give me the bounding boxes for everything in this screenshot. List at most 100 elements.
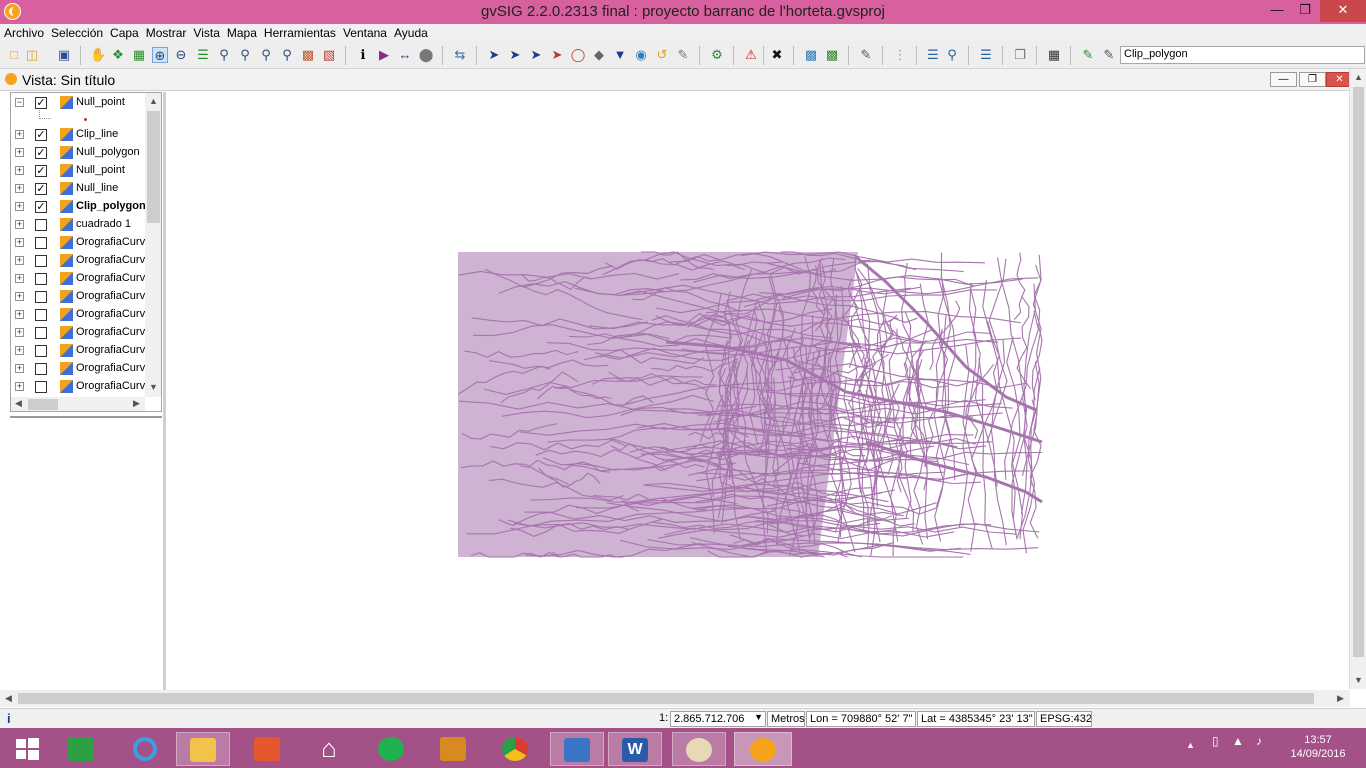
expand-icon[interactable]: + xyxy=(15,382,24,391)
edit-icon[interactable]: ✎ xyxy=(858,47,874,63)
layer-name[interactable]: OrografiaCurv xyxy=(76,254,145,266)
layer-name[interactable]: Null_point xyxy=(76,96,125,108)
wordpad-button[interactable] xyxy=(550,732,604,766)
home-button[interactable]: ⌂ xyxy=(302,732,356,766)
vertical-scroll-thumb[interactable] xyxy=(1353,87,1364,657)
expand-icon[interactable]: + xyxy=(15,166,24,175)
horizontal-scroll-thumb[interactable] xyxy=(18,693,1314,704)
select-polyline-icon[interactable]: ➤ xyxy=(549,47,565,63)
toc-hscroll-thumb[interactable] xyxy=(28,399,58,410)
toc-scroll-left-icon[interactable]: ◀ xyxy=(15,398,22,409)
toc-horizontal-scrollbar[interactable]: ◀ ▶ xyxy=(11,397,145,411)
paint-button[interactable] xyxy=(672,732,726,766)
select-pointer-icon[interactable]: ➤ xyxy=(486,47,502,63)
map-canvas[interactable] xyxy=(166,92,1349,690)
start-button[interactable] xyxy=(0,732,54,766)
add-layer-icon[interactable]: ▩ xyxy=(803,47,819,63)
expand-icon[interactable]: + xyxy=(15,220,24,229)
menu-vista[interactable]: Vista xyxy=(189,24,222,40)
toc-scroll-up-icon[interactable]: ▲ xyxy=(149,96,158,106)
layers-icon[interactable]: ☰ xyxy=(195,47,211,63)
toc-layer-row[interactable]: + OrografiaCurv xyxy=(11,360,146,378)
search-icon[interactable]: ⚲ xyxy=(944,47,960,63)
expand-icon[interactable]: + xyxy=(15,346,24,355)
menu-seleccion[interactable]: Selección xyxy=(47,24,106,40)
layer-visibility-checkbox[interactable] xyxy=(35,219,47,231)
hyperlink-icon[interactable]: ▶ xyxy=(376,47,392,63)
layer-name[interactable]: OrografiaCurv xyxy=(76,308,145,320)
word-button[interactable]: W xyxy=(608,732,662,766)
close-button[interactable]: ✕ xyxy=(1320,0,1366,22)
chrome-button[interactable] xyxy=(488,732,542,766)
layer-visibility-checkbox[interactable]: ✓ xyxy=(35,165,47,177)
copy-icon[interactable]: ☰ xyxy=(925,47,941,63)
zoom-select-icon[interactable]: ⚲ xyxy=(216,47,232,63)
menu-herramientas[interactable]: Herramientas xyxy=(260,24,339,40)
expand-icon[interactable]: + xyxy=(15,256,24,265)
globe-icon[interactable]: ◉ xyxy=(633,47,649,63)
layer-visibility-checkbox[interactable] xyxy=(35,255,47,267)
layer-visibility-checkbox[interactable] xyxy=(35,291,47,303)
toc-layer-row[interactable]: + cuadrado 1 xyxy=(11,216,146,234)
layer-list-icon[interactable]: ▦ xyxy=(1046,47,1062,63)
tools-icon[interactable]: ✖ xyxy=(769,47,785,63)
maximize-button[interactable]: ❐ xyxy=(1290,0,1320,22)
zoom-previous-icon[interactable]: ⚲ xyxy=(237,47,253,63)
view-minimize-button[interactable]: — xyxy=(1270,72,1297,87)
layer-visibility-checkbox[interactable] xyxy=(35,273,47,285)
internet-explorer-button[interactable] xyxy=(118,732,172,766)
layer-visibility-checkbox[interactable] xyxy=(35,309,47,321)
graphics-icon[interactable]: ⇆ xyxy=(452,47,468,63)
toc-layer-row[interactable]: + OrografiaCurv xyxy=(11,288,146,306)
menu-ventana[interactable]: Ventana xyxy=(339,24,390,40)
layer-visibility-checkbox[interactable] xyxy=(35,345,47,357)
view-vertical-scrollbar[interactable]: ▲ ▼ xyxy=(1349,69,1366,689)
layer-name[interactable]: OrografiaCurv xyxy=(76,362,145,374)
scroll-right-icon[interactable]: ▶ xyxy=(1337,693,1344,704)
zoom-in-icon[interactable]: ⊕ xyxy=(152,47,168,63)
layer-visibility-checkbox[interactable]: ✓ xyxy=(35,147,47,159)
toc-layer-row[interactable]: + OrografiaCurv xyxy=(11,234,146,252)
toc-layer-row[interactable]: + ✓ Null_line xyxy=(11,180,146,198)
toc-layer-row[interactable]: + OrografiaCurv xyxy=(11,324,146,342)
select-area-icon[interactable]: ◆ xyxy=(591,47,607,63)
scroll-down-icon[interactable]: ▼ xyxy=(1354,675,1363,685)
expand-icon[interactable]: + xyxy=(15,202,24,211)
toc-layer-row[interactable]: + OrografiaCurv xyxy=(11,252,146,270)
layer-name[interactable]: OrografiaCurv xyxy=(76,272,145,284)
toc-layer-row[interactable]: + OrografiaCurv xyxy=(11,342,146,360)
notes-button[interactable] xyxy=(426,732,480,766)
toc-layer-row[interactable]: − ✓ Null_point xyxy=(11,94,146,112)
distance-icon[interactable]: ↔ xyxy=(397,47,413,63)
zoom-out-icon[interactable]: ⊖ xyxy=(173,47,189,63)
menu-capa[interactable]: Capa xyxy=(106,24,142,40)
gvsig-button[interactable] xyxy=(734,732,792,766)
layer-name[interactable]: Clip_polygon xyxy=(76,200,146,212)
file-explorer-button[interactable] xyxy=(176,732,230,766)
minimize-button[interactable]: — xyxy=(1262,0,1292,22)
toc-layer-row[interactable]: + OrografiaCurv xyxy=(11,378,146,396)
toc-layer-row[interactable]: + OrografiaCurv xyxy=(11,306,146,324)
clear-selection-icon[interactable]: ✎ xyxy=(675,47,691,63)
scroll-left-icon[interactable]: ◀ xyxy=(5,693,12,704)
expand-icon[interactable]: + xyxy=(15,238,24,247)
zoom-next-icon[interactable]: ⚲ xyxy=(258,47,274,63)
layer-name[interactable]: OrografiaCurv xyxy=(76,344,145,356)
gear-icon[interactable]: ⚙ xyxy=(709,47,725,63)
volume-icon[interactable]: ♪ xyxy=(1256,734,1262,748)
toc-scroll-right-icon[interactable]: ▶ xyxy=(133,398,140,409)
pan-hand-icon[interactable]: ✋ xyxy=(90,47,106,63)
layer-name[interactable]: Null_polygon xyxy=(76,146,140,158)
layer-name[interactable]: Clip_line xyxy=(76,128,118,140)
info-icon[interactable]: ℹ xyxy=(355,47,371,63)
clock[interactable]: 13:57 14/09/2016 xyxy=(1288,733,1348,761)
toc-layer-row[interactable]: + OrografiaCurv xyxy=(11,270,146,288)
layer-visibility-checkbox[interactable]: ✓ xyxy=(35,129,47,141)
layer-name[interactable]: OrografiaCurv xyxy=(76,236,145,248)
error-icon[interactable]: ⚠ xyxy=(743,47,759,63)
spotify-button[interactable] xyxy=(364,732,418,766)
layer-edit-icon[interactable]: ✎ xyxy=(1101,47,1117,63)
menu-archivo[interactable]: Archivo xyxy=(0,24,47,40)
locator-icon[interactable]: ⚲ xyxy=(279,47,295,63)
editing-icon[interactable]: ✎ xyxy=(1080,47,1096,63)
